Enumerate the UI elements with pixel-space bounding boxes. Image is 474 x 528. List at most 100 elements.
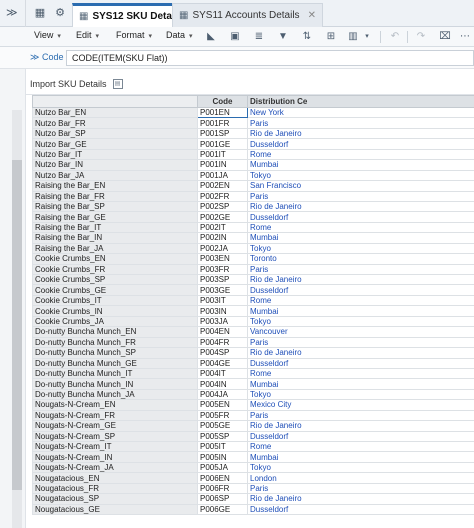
row-header-cell[interactable]: Nougats-N-Cream_IT	[32, 440, 198, 453]
distribution-center-cell[interactable]: New York	[247, 106, 474, 119]
undo-icon[interactable]: ↶	[388, 30, 402, 44]
code-cell[interactable]: P004GE	[197, 357, 248, 369]
distribution-center-cell[interactable]: Tokyo	[247, 461, 474, 474]
code-cell[interactable]: P005JA	[197, 461, 248, 474]
code-cell[interactable]: P004JA	[197, 388, 248, 401]
formula-input[interactable]: CODE(ITEM(SKU Flat))	[66, 50, 474, 66]
row-header-cell[interactable]: Nougatacious_FR	[32, 482, 198, 495]
vertical-scrollbar-thumb[interactable]	[12, 160, 22, 490]
close-tab-icon[interactable]: ✕	[308, 10, 316, 21]
row-header-cell[interactable]: Do-nutty Buncha Munch_EN	[32, 326, 198, 338]
distribution-center-cell[interactable]: Paris	[247, 117, 474, 129]
row-header-cell[interactable]: Do-nutty Buncha Munch_SP	[32, 347, 198, 359]
code-cell[interactable]: P001SP	[197, 127, 248, 140]
code-cell[interactable]: P005GE	[197, 420, 248, 432]
grid-menu-icon[interactable]: ▦	[32, 5, 48, 21]
distribution-center-cell[interactable]: Rio de Janeiro	[247, 127, 474, 140]
code-cell[interactable]: P005SP	[197, 430, 248, 443]
row-header-cell[interactable]: Cookie Crumbs_EN	[32, 253, 198, 265]
menu-format[interactable]: Format ▾	[116, 30, 152, 40]
distribution-center-cell[interactable]: Mumbai	[247, 305, 474, 317]
distribution-center-cell[interactable]: Mexico City	[247, 399, 474, 411]
distribution-center-cell[interactable]: Rome	[247, 367, 474, 380]
row-header-cell[interactable]: Nutzo Bar_FR	[32, 117, 198, 129]
distribution-center-cell[interactable]: Rio de Janeiro	[247, 273, 474, 286]
code-cell[interactable]: P003JA	[197, 315, 248, 328]
row-header-cell[interactable]: Nougatacious_EN	[32, 472, 198, 484]
menu-data[interactable]: Data ▾	[166, 30, 193, 40]
row-header-cell[interactable]: Nutzo Bar_GE	[32, 138, 198, 150]
row-header-cell[interactable]: Nougats-N-Cream_SP	[32, 430, 198, 443]
row-header-cell[interactable]: Do-nutty Buncha Munch_JA	[32, 388, 198, 401]
column-header-code[interactable]: Code	[197, 95, 248, 108]
code-cell[interactable]: P002FR	[197, 190, 248, 202]
distribution-center-cell[interactable]: Rio de Janeiro	[247, 493, 474, 505]
column-header-distribution-center[interactable]: Distribution Ce	[247, 95, 474, 108]
code-cell[interactable]: P003FR	[197, 263, 248, 276]
distribution-center-cell[interactable]: Dusseldorf	[247, 430, 474, 443]
code-cell[interactable]: P006GE	[197, 503, 248, 516]
chevron-down-icon[interactable]: ▾	[360, 30, 374, 44]
code-cell[interactable]: P002IT	[197, 221, 248, 234]
redo-icon[interactable]: ↷	[414, 30, 428, 44]
code-cell[interactable]: P005FR	[197, 409, 248, 422]
distribution-center-cell[interactable]: London	[247, 472, 474, 484]
distribution-center-cell[interactable]: Rome	[247, 221, 474, 234]
code-cell[interactable]: P003GE	[197, 284, 248, 296]
row-header-cell[interactable]: Nutzo Bar_SP	[32, 127, 198, 140]
code-cell[interactable]: P002JA	[197, 242, 248, 255]
distribution-center-cell[interactable]: Rio de Janeiro	[247, 420, 474, 432]
distribution-center-cell[interactable]: Tokyo	[247, 169, 474, 182]
distribution-center-cell[interactable]: Mumbai	[247, 232, 474, 244]
code-cell[interactable]: P005EN	[197, 399, 248, 411]
menu-view[interactable]: View ▾	[34, 30, 61, 40]
expand-formula-icon[interactable]: ≫	[30, 52, 39, 63]
code-cell[interactable]: P002SP	[197, 200, 248, 213]
code-cell[interactable]: P006EN	[197, 472, 248, 484]
row-header-cell[interactable]: Cookie Crumbs_IN	[32, 305, 198, 317]
code-cell[interactable]: P006FR	[197, 482, 248, 495]
distribution-center-cell[interactable]: Rio de Janeiro	[247, 200, 474, 213]
row-header-cell[interactable]: Raising the Bar_SP	[32, 200, 198, 213]
code-cell[interactable]: P004IT	[197, 367, 248, 380]
distribution-center-cell[interactable]: Dusseldorf	[247, 138, 474, 150]
distribution-center-cell[interactable]: Paris	[247, 336, 474, 349]
code-cell[interactable]: P004IN	[197, 378, 248, 390]
row-header-cell[interactable]: Raising the Bar_IT	[32, 221, 198, 234]
row-header-cell[interactable]: Do-nutty Buncha Munch_GE	[32, 357, 198, 369]
filter-icon[interactable]: ▼	[276, 30, 290, 44]
code-cell[interactable]: P005IN	[197, 451, 248, 463]
distribution-center-cell[interactable]: Tokyo	[247, 315, 474, 328]
distribution-center-cell[interactable]: Dusseldorf	[247, 211, 474, 223]
row-header-cell[interactable]: Nougats-N-Cream_IN	[32, 451, 198, 463]
code-cell[interactable]: P005IT	[197, 440, 248, 453]
distribution-center-cell[interactable]: Paris	[247, 482, 474, 495]
row-header-cell[interactable]: Do-nutty Buncha Munch_IN	[32, 378, 198, 390]
code-cell[interactable]: P006SP	[197, 493, 248, 505]
distribution-center-cell[interactable]: Dusseldorf	[247, 357, 474, 369]
distribution-center-cell[interactable]: Paris	[247, 263, 474, 276]
row-header-cell[interactable]: Nutzo Bar_IT	[32, 148, 198, 161]
code-cell[interactable]: P004EN	[197, 326, 248, 338]
code-cell[interactable]: P004FR	[197, 336, 248, 349]
row-header-cell[interactable]: Nougats-N-Cream_FR	[32, 409, 198, 422]
code-cell[interactable]: P002EN	[197, 180, 248, 192]
row-header-cell[interactable]: Raising the Bar_FR	[32, 190, 198, 202]
row-header-cell[interactable]: Raising the Bar_IN	[32, 232, 198, 244]
distribution-center-cell[interactable]: Mumbai	[247, 159, 474, 171]
distribution-center-cell[interactable]: Rio de Janeiro	[247, 347, 474, 359]
more-icon[interactable]: ⋯	[458, 30, 472, 44]
distribution-center-cell[interactable]: Toronto	[247, 253, 474, 265]
row-header-cell[interactable]: Do-nutty Buncha Munch_IT	[32, 367, 198, 380]
row-header-cell[interactable]: Raising the Bar_EN	[32, 180, 198, 192]
row-header-cell[interactable]: Cookie Crumbs_IT	[32, 294, 198, 307]
distribution-center-cell[interactable]: Paris	[247, 190, 474, 202]
format-icon[interactable]: ⌧	[438, 30, 452, 44]
chart-icon[interactable]: ▥	[346, 30, 360, 44]
view-details-icon[interactable]: ▤	[112, 79, 123, 89]
freeze-icon[interactable]: ▣	[228, 30, 242, 44]
code-cell[interactable]: P003IT	[197, 294, 248, 307]
code-cell[interactable]: P004SP	[197, 347, 248, 359]
distribution-center-cell[interactable]: Rome	[247, 148, 474, 161]
code-cell[interactable]: P001IT	[197, 148, 248, 161]
